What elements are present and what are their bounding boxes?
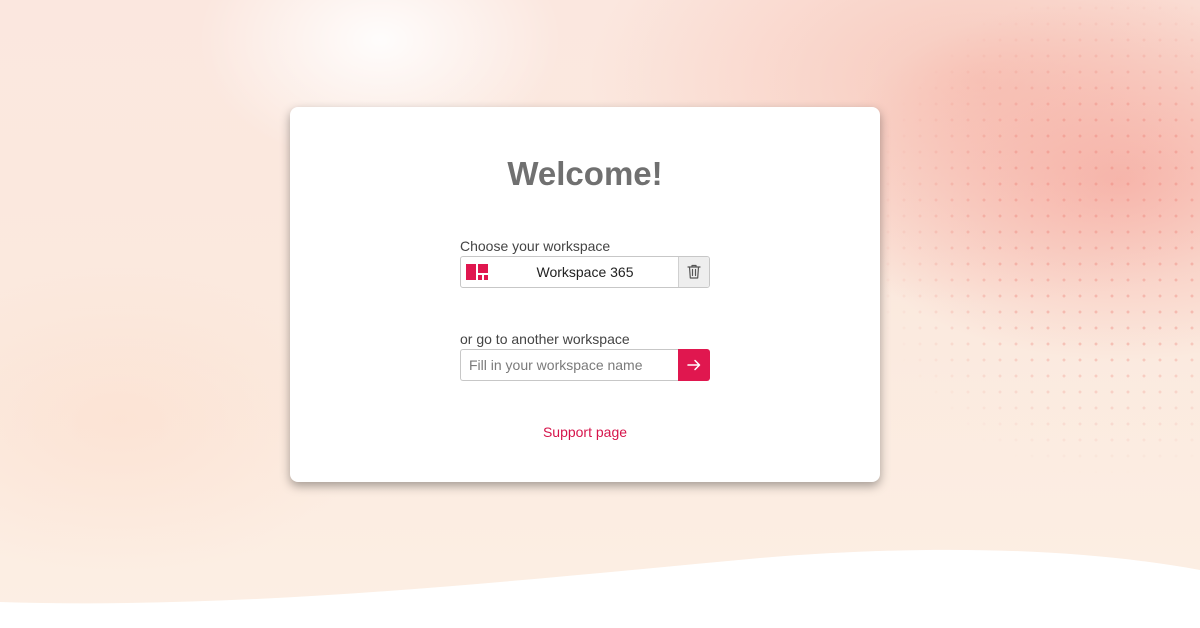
arrow-right-icon: [687, 359, 701, 371]
workspace-name: Workspace 365: [536, 264, 634, 280]
other-workspace-label: or go to another workspace: [460, 331, 630, 347]
wave-shape: [0, 549, 1200, 628]
workspace-logo-icon: [466, 264, 488, 280]
support-page-link[interactable]: Support page: [290, 424, 880, 440]
workspace-name-input[interactable]: [460, 349, 678, 381]
dot-pattern: [880, 0, 1200, 500]
remove-workspace-button[interactable]: [678, 257, 709, 287]
go-button[interactable]: [678, 349, 710, 381]
trash-icon: [687, 264, 701, 279]
page-title: Welcome!: [507, 155, 663, 192]
choose-workspace-label: Choose your workspace: [460, 238, 611, 254]
workspace-selector[interactable]: Workspace 365: [460, 256, 710, 288]
welcome-card: Welcome! Choose your workspace Workspace…: [290, 107, 880, 482]
